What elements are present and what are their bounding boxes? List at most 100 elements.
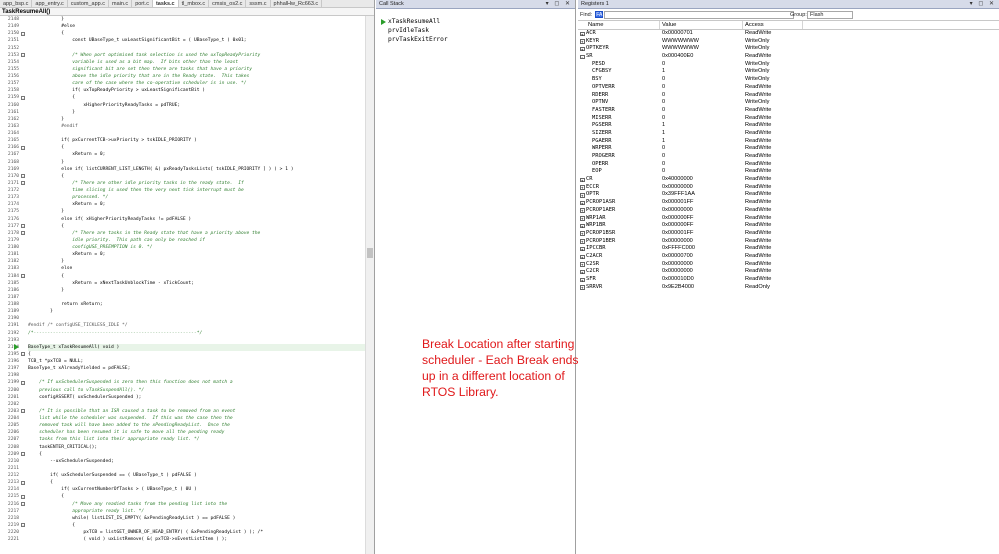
register-field-row[interactable]: OPTNV 0 WriteOnly (578, 99, 999, 107)
line-number[interactable]: 2201 (0, 394, 20, 401)
register-row[interactable]: + C2ACR 0x00000700 ReadWrite (578, 253, 999, 261)
line-number[interactable]: 2172 (0, 187, 20, 194)
expand-icon[interactable]: + (580, 185, 585, 190)
expand-icon[interactable]: + (580, 285, 585, 290)
call-stack-window-buttons[interactable]: ▾ ◻ ✕ (546, 0, 572, 9)
register-value[interactable]: 0x00000701 (660, 30, 743, 38)
line-number[interactable]: 2211 (0, 465, 20, 472)
register-row[interactable]: + CR 0x40000000 ReadWrite (578, 176, 999, 184)
line-number[interactable]: 2178 (0, 230, 20, 237)
line-number[interactable]: 2193 (0, 337, 20, 344)
fold-toggle-icon[interactable]: - (21, 31, 25, 36)
gutter[interactable] (20, 216, 28, 223)
register-value[interactable]: 0x000000FF (660, 215, 743, 223)
gutter[interactable]: - (20, 351, 28, 358)
line-number[interactable]: 2182 (0, 258, 20, 265)
gutter[interactable] (20, 280, 28, 287)
gutter[interactable] (20, 358, 28, 365)
fold-toggle-icon[interactable]: - (21, 480, 25, 485)
gutter[interactable] (20, 287, 28, 294)
gutter[interactable] (20, 387, 28, 394)
line-number[interactable]: 2208 (0, 444, 20, 451)
editor-tab[interactable]: cmsis_os2.c (209, 0, 247, 7)
editor-tab[interactable]: app_bsp.c (0, 0, 33, 7)
register-value[interactable]: 0xFFFFC000 (660, 245, 743, 253)
line-number[interactable]: 2151 (0, 37, 20, 44)
gutter[interactable] (20, 515, 28, 522)
line-number[interactable]: 2209 (0, 451, 20, 458)
expand-icon[interactable]: + (580, 200, 585, 206)
register-row[interactable]: + PCROP1ASR 0x000001FF ReadWrite (578, 199, 999, 207)
register-value[interactable]: 0 (660, 107, 743, 115)
fold-toggle-icon[interactable]: - (21, 174, 25, 179)
gutter[interactable] (20, 529, 28, 536)
register-value[interactable]: 1 (660, 130, 743, 138)
line-number[interactable]: 2167 (0, 151, 20, 158)
register-row[interactable]: + IPCCBR 0xFFFFC000 ReadWrite (578, 245, 999, 253)
line-number[interactable]: 2204 (0, 415, 20, 422)
line-number[interactable]: 2217 (0, 508, 20, 515)
gutter[interactable]: - (20, 230, 28, 237)
fold-toggle-icon[interactable]: - (21, 352, 25, 357)
gutter[interactable] (20, 251, 28, 258)
line-number[interactable]: 2190 (0, 315, 20, 322)
line-number[interactable]: 2212 (0, 472, 20, 479)
line-number[interactable]: 2206 (0, 429, 20, 436)
gutter[interactable] (20, 294, 28, 301)
fold-toggle-icon[interactable]: - (21, 409, 25, 414)
register-value[interactable]: WWWWWWW (660, 45, 743, 53)
register-row[interactable]: + PCROP1BER 0x00000000 ReadWrite (578, 238, 999, 246)
editor-scrollbar[interactable] (365, 16, 374, 554)
register-row[interactable]: + OPTKEYR WWWWWWW WriteOnly (578, 45, 999, 53)
line-number[interactable]: 2179 (0, 237, 20, 244)
line-number[interactable]: 2207 (0, 436, 20, 443)
gutter[interactable]: - (20, 52, 28, 59)
line-number[interactable]: 2161 (0, 109, 20, 116)
line-number[interactable]: 2187 (0, 294, 20, 301)
line-number[interactable]: 2174 (0, 201, 20, 208)
line-number[interactable]: 2153 (0, 52, 20, 59)
gutter[interactable] (20, 187, 28, 194)
fold-toggle-icon[interactable]: - (21, 380, 25, 385)
gutter[interactable] (20, 66, 28, 73)
expand-icon[interactable]: + (580, 246, 585, 252)
gutter[interactable] (20, 436, 28, 443)
editor-tab[interactable]: tasks.c (152, 0, 179, 7)
register-value[interactable]: 0x00000700 (660, 253, 743, 261)
line-number[interactable]: 2165 (0, 137, 20, 144)
gutter[interactable] (20, 330, 28, 337)
line-number[interactable]: 2157 (0, 80, 20, 87)
gutter[interactable] (20, 80, 28, 87)
register-value[interactable]: 0x40000000 (660, 176, 743, 184)
fold-toggle-icon[interactable]: - (21, 494, 25, 499)
gutter[interactable] (20, 265, 28, 272)
line-number[interactable]: 2191 (0, 322, 20, 329)
line-number[interactable]: 2154 (0, 59, 20, 66)
line-number[interactable]: 2156 (0, 73, 20, 80)
expand-icon[interactable]: + (580, 239, 585, 244)
register-value[interactable]: 0 (660, 153, 743, 161)
call-stack-frame[interactable]: prvIdleTask (380, 26, 575, 35)
fold-toggle-icon[interactable]: - (21, 145, 25, 150)
line-number[interactable]: 2170 (0, 173, 20, 180)
gutter[interactable] (20, 322, 28, 329)
line-number[interactable]: 2162 (0, 116, 20, 123)
register-row[interactable]: + C2SR 0x00000000 ReadWrite (578, 261, 999, 269)
gutter[interactable] (20, 465, 28, 472)
register-field-row[interactable]: PESD 0 WriteOnly (578, 61, 999, 69)
line-number[interactable]: 2176 (0, 216, 20, 223)
register-row[interactable]: + PCROP1BSR 0x000001FF ReadWrite (578, 230, 999, 238)
register-value[interactable]: 0 (660, 92, 743, 100)
line-number[interactable]: 2205 (0, 422, 20, 429)
line-number[interactable]: 2183 (0, 265, 20, 272)
register-row[interactable]: + SFR 0x000010D0 ReadWrite (578, 276, 999, 284)
register-value[interactable]: WWWWWWW (660, 38, 743, 46)
gutter[interactable] (20, 45, 28, 52)
fold-toggle-icon[interactable]: - (21, 53, 25, 58)
line-number[interactable]: 2149 (0, 23, 20, 30)
line-number[interactable]: 2168 (0, 159, 20, 166)
line-number[interactable]: 2200 (0, 387, 20, 394)
gutter[interactable] (20, 308, 28, 315)
register-field-row[interactable]: OPTVERR 0 ReadWrite (578, 84, 999, 92)
line-number[interactable]: 2196 (0, 358, 20, 365)
